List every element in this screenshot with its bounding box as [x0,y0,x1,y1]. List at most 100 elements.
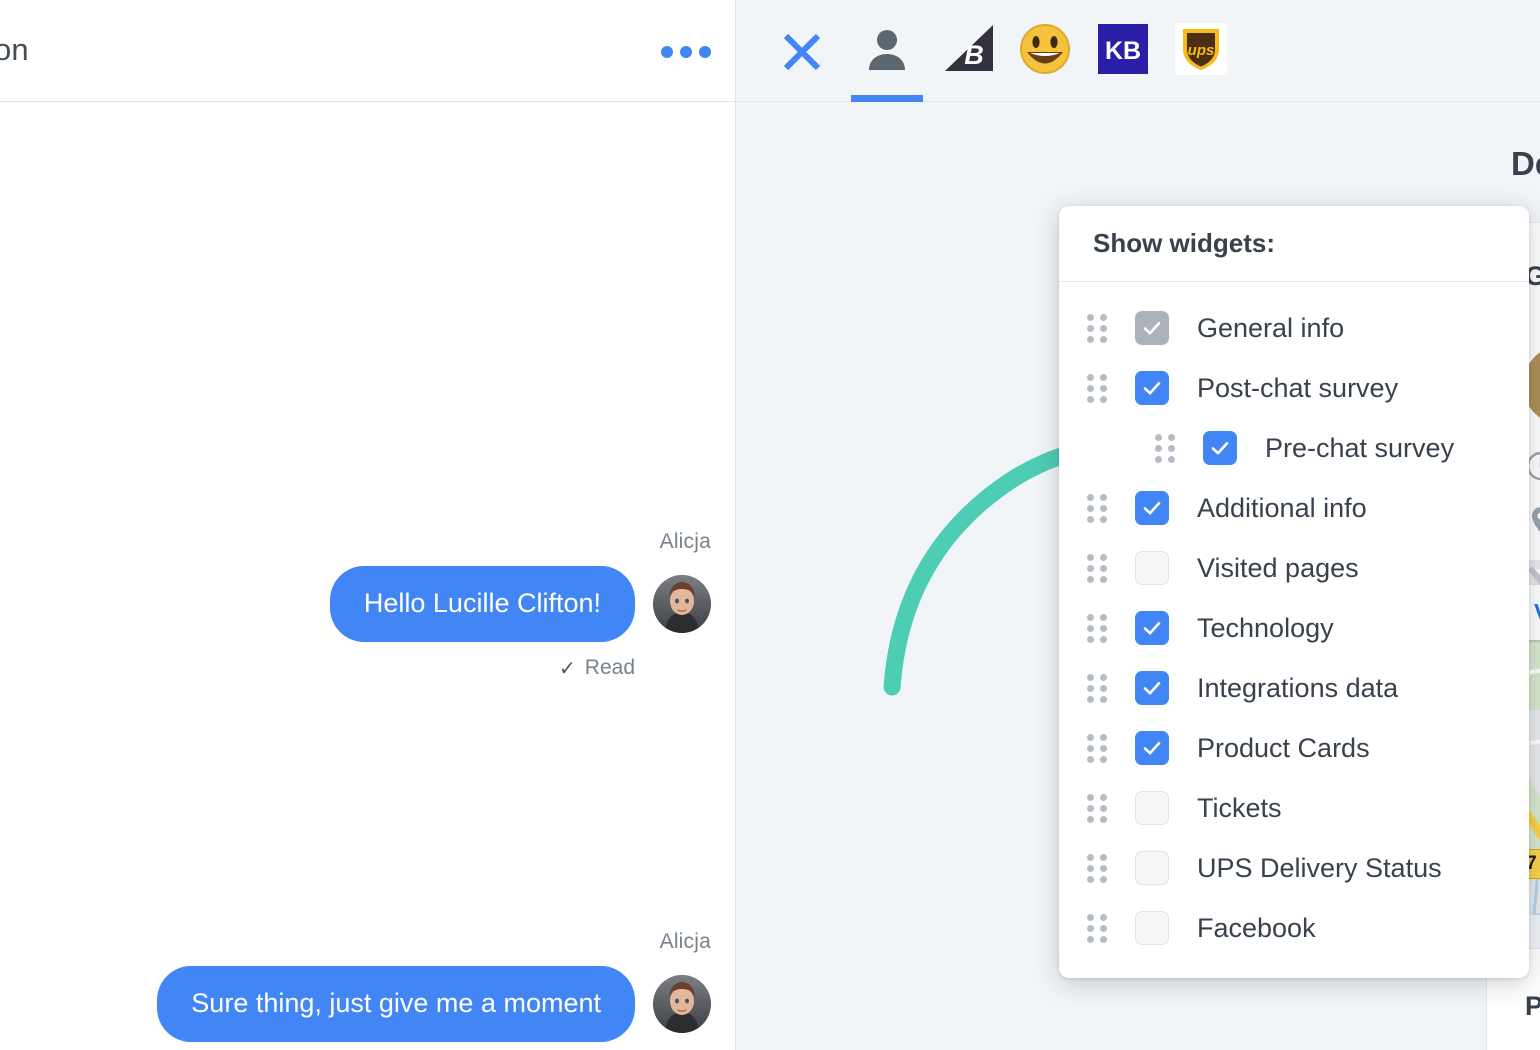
drag-dot [1087,336,1094,343]
drag-handle-icon[interactable] [1087,614,1109,643]
widget-label: Technology [1197,612,1334,643]
chat-header-title: on [0,32,29,67]
show-widgets-header: Show widgets: [1059,206,1529,282]
drag-handle-icon[interactable] [1087,914,1109,943]
checkbox-checked[interactable] [1135,671,1169,705]
drag-dot [1087,554,1094,561]
drag-dot [1087,816,1094,823]
close-details-button[interactable] [777,27,827,77]
drag-dot [1100,636,1107,643]
ups-shield-icon: ups [1174,22,1228,76]
widget-row[interactable]: Product Cards [1059,718,1529,778]
drag-dot [1100,516,1107,523]
tab-knowledge-base[interactable]: KB [1086,22,1160,102]
widget-row[interactable]: Technology [1059,598,1529,658]
checkbox-checked [1135,311,1169,345]
drag-dot [1087,674,1094,681]
checkbox-checked[interactable] [1135,731,1169,765]
drag-handle-icon[interactable] [1087,554,1109,583]
widget-row[interactable]: Post-chat survey [1059,358,1529,418]
drag-handle-icon[interactable] [1087,674,1109,703]
drag-dot [1087,685,1094,692]
drag-dot [1100,614,1107,621]
drag-dot [1087,734,1094,741]
checkbox-checked[interactable] [1135,611,1169,645]
checkbox-checked[interactable] [1135,491,1169,525]
widget-row[interactable]: Pre-chat survey [1059,418,1529,478]
drag-dot [1100,374,1107,381]
drag-dot [1100,734,1107,741]
tab-bigcommerce[interactable]: B [932,22,1006,102]
drag-dot [1100,336,1107,343]
drag-handle-icon[interactable] [1087,854,1109,883]
grinning-face-icon [1018,22,1072,76]
drag-dot [1087,385,1094,392]
message-group: Alicja Sure thing, just give me a moment [0,930,711,1042]
widget-row[interactable]: Integrations data [1059,658,1529,718]
checkbox-unchecked[interactable] [1135,851,1169,885]
drag-dot [1087,936,1094,943]
widget-label: Product Cards [1197,732,1370,763]
drag-handle-icon[interactable] [1087,794,1109,823]
widget-row[interactable]: Facebook [1059,898,1529,958]
checkbox-checked[interactable] [1135,371,1169,405]
drag-handle-icon[interactable] [1087,314,1109,343]
drag-dot [1100,565,1107,572]
widget-row[interactable]: Visited pages [1059,538,1529,598]
drag-dot [1100,854,1107,861]
page-title: Details [1511,145,1540,182]
avatar [653,574,711,633]
drag-dot [1087,396,1094,403]
tab-ups[interactable]: ups [1164,22,1238,102]
svg-text:B: B [964,40,984,70]
widget-row[interactable]: Additional info [1059,478,1529,538]
drag-handle-icon[interactable] [1087,374,1109,403]
checkbox-checked[interactable] [1203,431,1237,465]
drag-dot [1100,674,1107,681]
drag-dot [1087,696,1094,703]
drag-dot [1087,565,1094,572]
chat-header: on [0,0,735,102]
drag-dot [1100,865,1107,872]
drag-dot [1100,314,1107,321]
widget-label: Integrations data [1197,672,1399,703]
message-group: Alicja Hello Lucille Clifton! ✓ Read [0,530,711,681]
drag-handle-icon[interactable] [1087,734,1109,763]
chat-header-menu-button[interactable] [661,46,711,58]
drag-dot [1087,325,1094,332]
widget-row[interactable]: UPS Delivery Status [1059,838,1529,898]
checkbox-unchecked[interactable] [1135,551,1169,585]
kb-icon: KB [1096,22,1150,76]
widget-row[interactable]: Tickets [1059,778,1529,838]
drag-dot [1087,505,1094,512]
checkbox-unchecked[interactable] [1135,911,1169,945]
drag-dot [1087,794,1094,801]
drag-handle-icon[interactable] [1155,434,1177,463]
drag-dot [1100,576,1107,583]
drag-dot [1100,745,1107,752]
checkbox-unchecked[interactable] [1135,791,1169,825]
drag-dot [1087,865,1094,872]
message-status: ✓ Read [0,656,711,681]
widget-label: Post-chat survey [1197,372,1399,403]
drag-handle-icon[interactable] [1087,494,1109,523]
widget-row[interactable]: General info [1059,298,1529,358]
widget-label: UPS Delivery Status [1197,852,1442,883]
drag-dot [1100,625,1107,632]
tab-emoji[interactable] [1008,22,1082,102]
bigcommerce-b-icon: B [942,22,996,76]
active-tab-underline [851,95,923,102]
drag-dot [1100,816,1107,823]
tab-customer-details[interactable] [850,22,924,102]
drag-dot [1100,876,1107,883]
drag-dot [1155,434,1162,441]
widget-label: Visited pages [1197,552,1359,583]
widget-label: Pre-chat survey [1265,432,1455,463]
prechat-survey-title: Pre-chat survey [1525,991,1540,1021]
details-tabbar: B KB ups [736,0,1540,102]
drag-dot [1155,445,1162,452]
drag-dot [1168,434,1175,441]
check-icon: ✓ [559,657,576,680]
drag-dot [1100,554,1107,561]
show-widgets-popover: Show widgets: General info Post-chat surv… [1059,206,1529,978]
